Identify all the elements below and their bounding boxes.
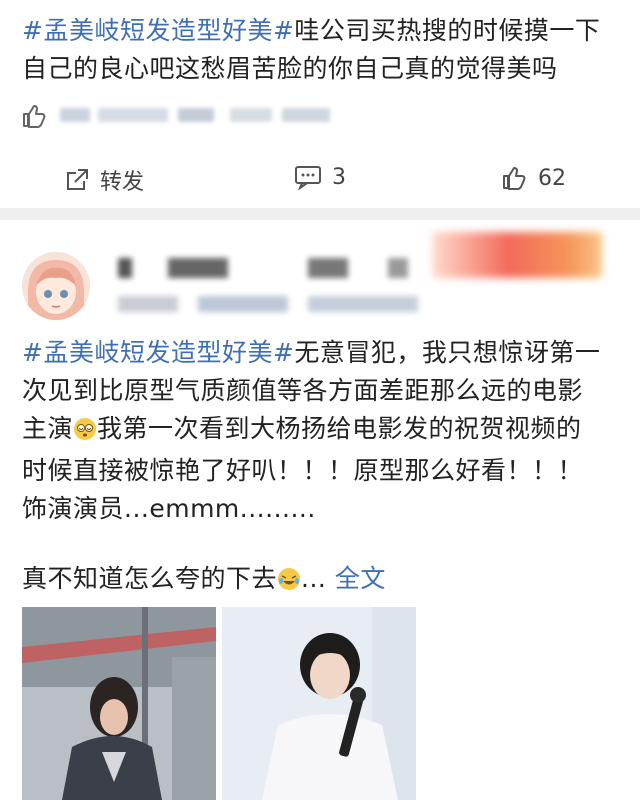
full-text-link[interactable]: 全文 [335, 564, 386, 593]
repost-button[interactable]: 转发 [64, 164, 144, 196]
comment-bubble-icon [294, 164, 322, 190]
dizzy-face-emoji [73, 414, 97, 452]
repost-label: 转发 [100, 170, 145, 195]
comment-button[interactable]: 3 [294, 164, 346, 190]
post-meta-blurred [118, 296, 418, 314]
post-photo-2[interactable] [222, 607, 416, 800]
liked-by-row [20, 100, 340, 130]
badge-blurred [432, 232, 602, 278]
action-bar: 转发 3 62 [0, 160, 640, 200]
like-button[interactable]: 62 [500, 164, 566, 192]
thumbs-up-icon [500, 164, 528, 192]
avatar[interactable] [22, 252, 90, 320]
username-blurred[interactable] [118, 258, 418, 280]
hashtag-link[interactable]: #孟美岐短发造型好美# [22, 338, 294, 367]
laughing-tears-emoji [277, 564, 301, 602]
post-photo-1[interactable] [22, 607, 216, 800]
hashtag-link[interactable]: #孟美岐短发造型好美# [22, 16, 294, 45]
like-count: 62 [538, 165, 566, 191]
thumbs-up-icon [20, 102, 48, 134]
comment-count: 3 [332, 164, 346, 190]
post2-text: #孟美岐短发造型好美#无意冒犯，我只想惊讶第一 次见到比原型气质颜值等各方面差距… [22, 338, 601, 523]
post2-tail: 真不知道怎么夸的下去... 全文 [22, 560, 386, 602]
share-square-icon [64, 167, 90, 193]
post1-text: #孟美岐短发造型好美#哇公司买热搜的时候摸一下 自己的良心吧这愁眉苦脸的你自己真… [22, 16, 601, 83]
post-divider [0, 208, 640, 220]
